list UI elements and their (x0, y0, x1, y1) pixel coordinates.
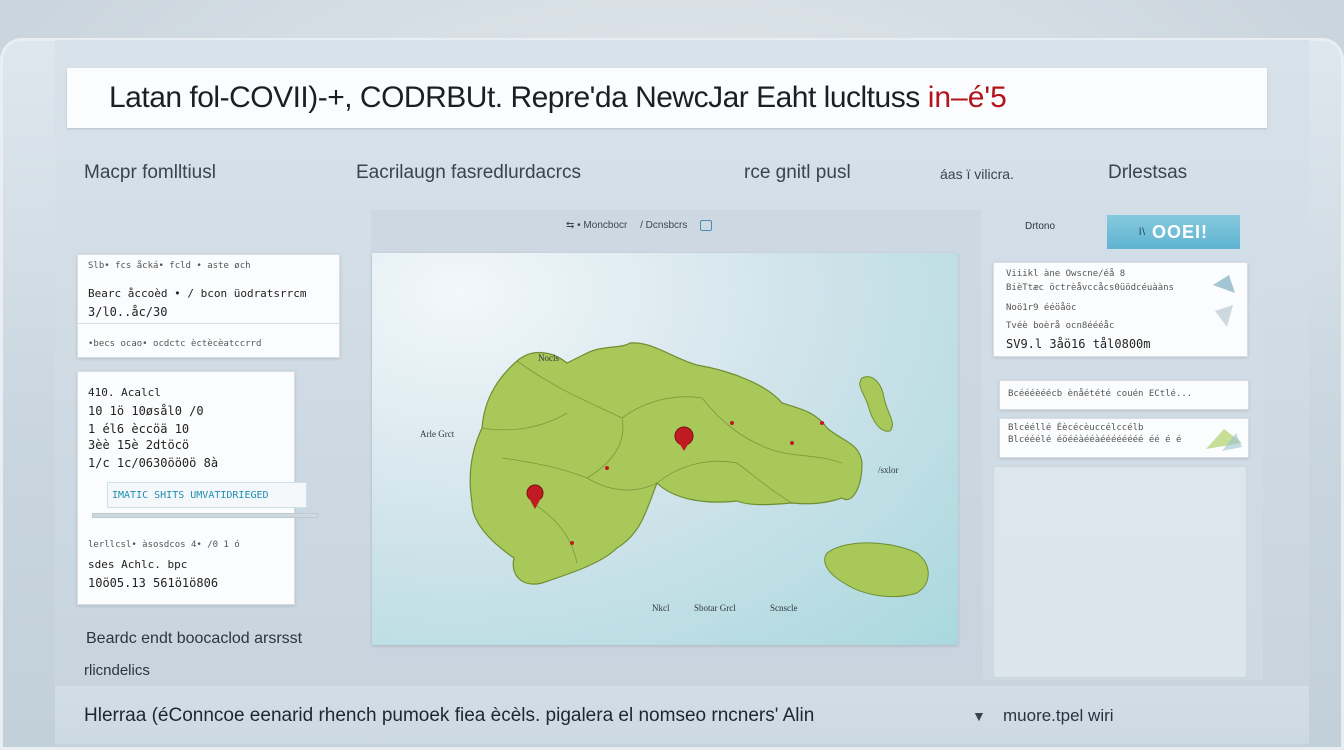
map-dot (605, 466, 609, 470)
card1-line-2: Bearc åccoèd • / bcon üodratsrrcm (88, 287, 307, 300)
card1-line-4: •becs ocao• ocdctc èctècèatccrrd (88, 339, 262, 349)
right-header: Drtono (1025, 221, 1056, 232)
map-dot (730, 421, 734, 425)
map-toolbar-icon[interactable] (700, 220, 713, 231)
map-dot (570, 541, 574, 545)
right-card-2[interactable]: Bcéééèéécb ènåétété couén ECtlé... (999, 380, 1249, 410)
card1-line-3: 3/l0..åc/30 (88, 305, 168, 319)
footer-text: Hlerraa (éConncoe eenarid rhench pumoek … (84, 705, 815, 726)
map-label-1: Nocls (538, 353, 559, 363)
map-label-5: Sbotar Grcl (694, 603, 736, 613)
island-south (824, 542, 929, 598)
nav-item-4[interactable]: áas ï vilicra. (940, 166, 1014, 182)
action-button-prefix: l\ (1138, 226, 1146, 238)
bottom-left-line-1: Beardc endt boocaclod arsrsst (86, 630, 303, 647)
card2-line-5: 1/c 1c/0630öö0ö 8à (88, 456, 219, 470)
action-button-label: OOEI! (1151, 221, 1208, 242)
map-dot (790, 441, 794, 445)
map-label-2: Arle Grct (420, 429, 455, 439)
right-card3-line-2: Blcééélé éöééàééàéééééééé éé é é (1008, 435, 1182, 445)
main-landmass (469, 342, 863, 585)
right-card1-line-3: Noö1r9 ééöåöc (1006, 303, 1077, 313)
nav-item-2[interactable]: Eacrilaugn fasredlurdacrcs (356, 162, 581, 184)
footer-link[interactable]: muore.tpel wiri (1003, 706, 1114, 726)
chevron-down-icon[interactable]: ▼ (972, 708, 986, 724)
right-card2-line-1: Bcéééèéécb ènåétété couén ECtlé... (1008, 389, 1193, 399)
card2-line-1: 410. Acalcl (88, 386, 161, 399)
map-view[interactable]: Nocls Arle Grct /sxlor Nkcl Sbotar Grcl … (372, 253, 958, 645)
nav-item-1[interactable]: Macpr fomlltiusl (84, 162, 216, 184)
map-dot (820, 421, 824, 425)
map-toolbar: ⇆ • Moncbocr / Dcnsbcrs (566, 220, 722, 231)
card2-line-7: sdes Achlc. bpc (88, 558, 188, 571)
right-card1-line-2: BièTtæc öctrèåvccåcs0üödcéuààns (1006, 283, 1174, 293)
right-card1-line-5: SV9.l 3åö16 tål0800m (1006, 337, 1151, 351)
map-toolbar-item-1[interactable]: ⇆ • Moncbocr (566, 220, 627, 231)
map-label-6: Scnscle (770, 603, 798, 613)
decor-shape-icon (1206, 429, 1242, 451)
card2-line-3: 1 él6 èccöä 10 (88, 422, 190, 436)
nav-item-3[interactable]: rce gnitl pusl (744, 162, 851, 184)
card2-line-8: 10ö05.13 561ö1ö806 (88, 576, 219, 590)
title-bar: Latan fol-COVII)-+, CODRBUt. Repre'dа Ne… (67, 68, 1267, 128)
page-title: Latan fol-COVII)-+, CODRBUt. Repre'dа Ne… (109, 81, 920, 114)
card1-divider (78, 323, 339, 324)
progress-track (92, 513, 318, 518)
map-toolbar-item-2[interactable]: / Dcnsbcrs (640, 220, 687, 231)
right-card1-line-4: Tvéè boèrå ocn8éééåc (1006, 321, 1115, 331)
map-svg (469, 342, 929, 598)
card1-line-1: Slb• fcs åcká• fcld • aste øch (88, 261, 251, 271)
right-card-3[interactable]: Blcééllé Éècécèuccélccélb Blcééélé éöééà… (999, 418, 1249, 458)
right-card1-line-1: Viiikl àne Owscne/éå 8 (1006, 269, 1126, 279)
map-label-3: /sxlor (878, 465, 899, 475)
card2-line-6: lerllcsl• àsosdcos 4• /0 1 ó (88, 540, 240, 550)
status-tag[interactable]: IMATIC SHITS UMVATIDRIEGED (107, 482, 307, 508)
page-title-accent: in–é'5 (927, 81, 1007, 114)
map-label-4: Nkcl (652, 603, 670, 613)
island-east (859, 376, 893, 432)
right-card-1[interactable]: Viiikl àne Owscne/éå 8 BièTtæc öctrèåvcc… (993, 262, 1248, 357)
action-button[interactable]: l\ OOEI! (1107, 215, 1240, 249)
bottom-left-line-2: rlicndelics (84, 662, 150, 679)
right-empty-panel (993, 466, 1247, 678)
card2-line-2: 10 1ö 10øsål0 /0 (88, 404, 204, 418)
info-card-1[interactable]: Slb• fcs åcká• fcld • aste øch Bearc åcc… (77, 254, 340, 358)
top-nav: Macpr fomlltiusl Eacrilaugn fasredlurdac… (0, 162, 1344, 190)
card2-line-4: 3èè 15è 2dtöcö (88, 438, 190, 452)
nav-item-5[interactable]: Drlestsas (1108, 162, 1187, 184)
decor-shape-icon (1213, 275, 1235, 327)
right-card3-line-1: Blcééllé Éècécèuccélccélb (1008, 423, 1144, 433)
